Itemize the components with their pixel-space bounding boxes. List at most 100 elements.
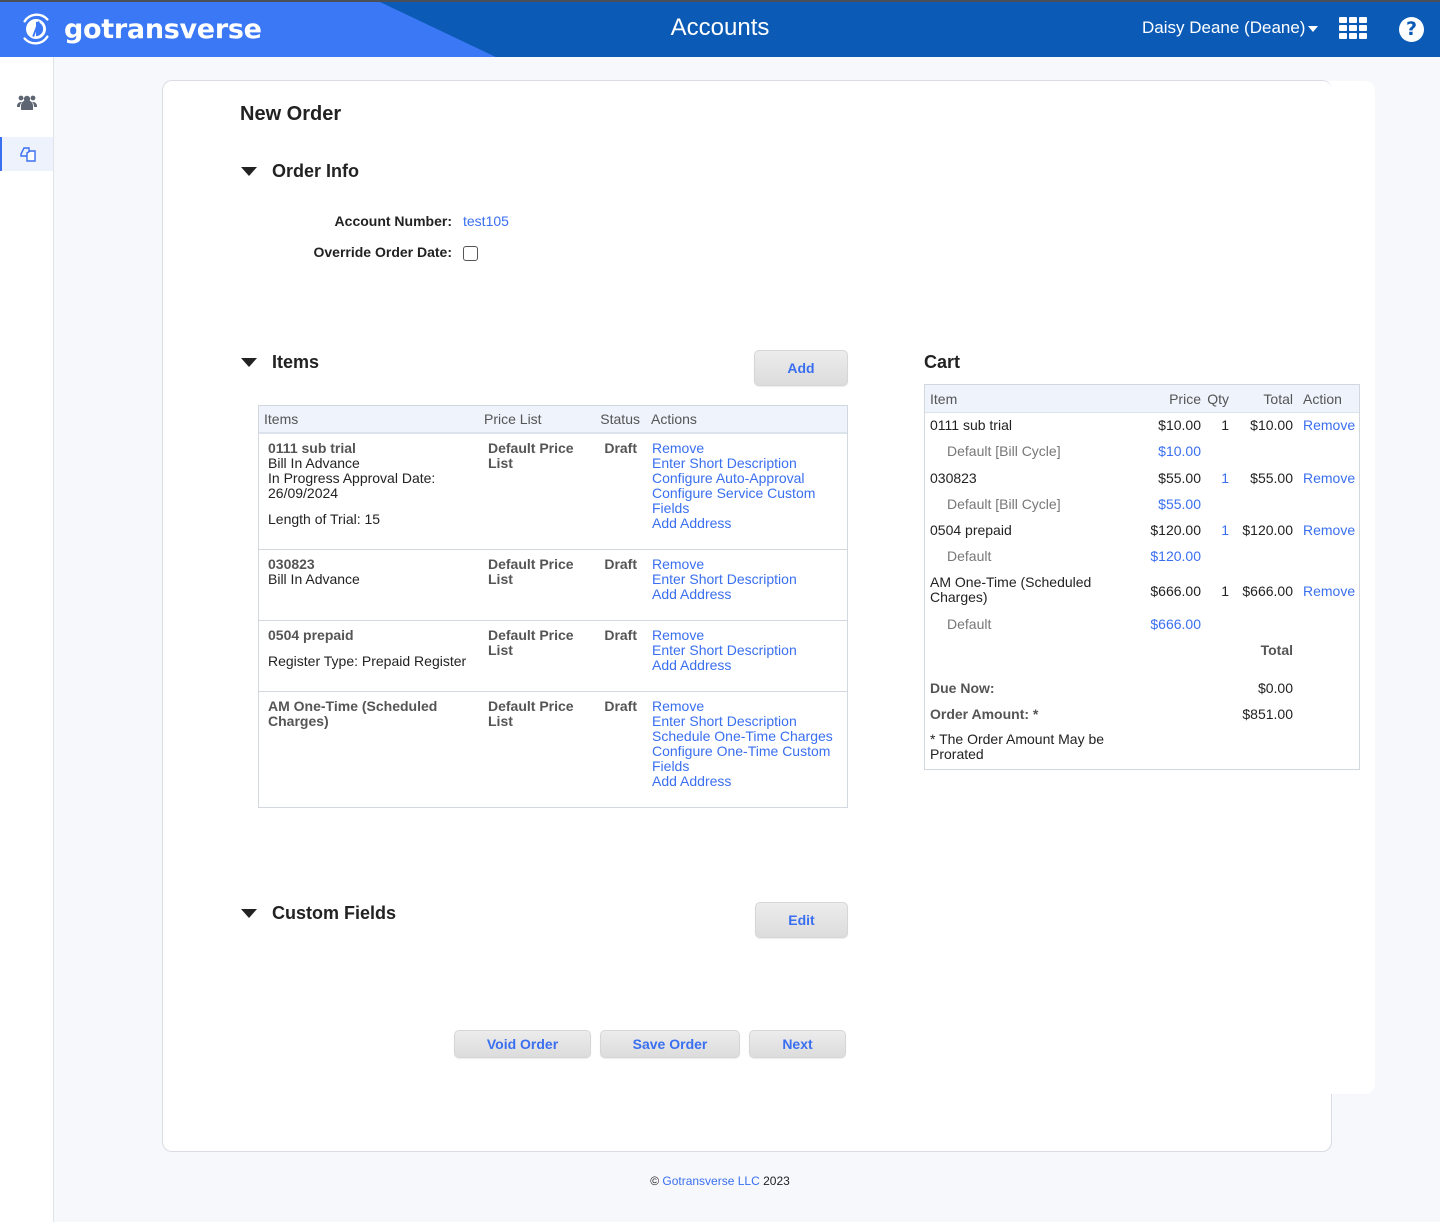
due-now-value: $0.00 <box>1257 680 1293 696</box>
users-icon <box>16 95 37 110</box>
account-number-row: Account Number: test105 <box>241 213 509 229</box>
schedule-one-time-charges-link[interactable]: Schedule One-Time Charges <box>652 729 847 744</box>
cart-col-qty: Qty <box>1207 391 1229 407</box>
cart-total-heading: Total <box>1260 642 1293 658</box>
order-amount-value: $851.00 <box>1242 706 1293 722</box>
remove-link[interactable]: Remove <box>652 699 847 714</box>
table-row: 0504 prepaid Register Type: Prepaid Regi… <box>259 621 847 692</box>
configure-service-custom-fields-link[interactable]: Configure Service Custom Fields <box>652 486 817 516</box>
cart-item-name: AM One-Time (Scheduled Charges) <box>930 574 1092 605</box>
page-title: New Order <box>240 103 342 125</box>
cart-header: Item Price Qty Total Action <box>925 385 1359 413</box>
sidebar-item-accounts[interactable] <box>0 85 53 119</box>
enter-short-description-link[interactable]: Enter Short Description <box>652 572 847 587</box>
cart-sub-label: Default <box>947 548 992 564</box>
brand-logo[interactable]: gotransverse <box>17 10 262 48</box>
cart-item-total: $120.00 <box>1242 522 1293 538</box>
caret-down-icon <box>1308 26 1319 32</box>
cart-remove-link[interactable]: Remove <box>1303 417 1355 433</box>
proration-note: * The Order Amount May be Prorated <box>930 731 1105 762</box>
cart-item-total: $10.00 <box>1250 417 1293 433</box>
remove-link[interactable]: Remove <box>652 441 847 456</box>
cart-sub-price-link[interactable]: $666.00 <box>1150 616 1201 632</box>
col-items: Items <box>264 411 299 427</box>
cart-sub-price-link[interactable]: $120.00 <box>1150 548 1201 564</box>
account-number-link[interactable]: test105 <box>463 213 509 229</box>
add-address-link[interactable]: Add Address <box>652 587 847 602</box>
cart-item-qty-link[interactable]: 1 <box>1221 470 1229 486</box>
item-name: 0504 prepaid <box>268 627 354 643</box>
configure-one-time-custom-fields-link[interactable]: Configure One-Time Custom Fields <box>652 744 832 774</box>
order-info-toggle[interactable]: Order Info <box>241 161 359 182</box>
status: Draft <box>604 440 637 456</box>
items-table-header: Items Price List Status Actions <box>259 406 847 434</box>
sidebar-item-orders[interactable] <box>0 137 53 171</box>
table-row: 0111 sub trial Bill In Advance In Progre… <box>259 434 847 550</box>
copyright-year: 2023 <box>763 1174 790 1188</box>
item-name: AM One-Time (Scheduled Charges) <box>268 698 438 729</box>
configure-auto-approval-link[interactable]: Configure Auto-Approval <box>652 471 847 486</box>
add-address-link[interactable]: Add Address <box>652 774 847 789</box>
cart-remove-link[interactable]: Remove <box>1303 470 1355 486</box>
due-now-label: Due Now: <box>930 680 995 696</box>
cart-sub-price-link[interactable]: $10.00 <box>1158 443 1201 459</box>
item-detail: Bill In Advance <box>268 455 360 471</box>
status: Draft <box>604 627 637 643</box>
account-number-label: Account Number: <box>334 213 452 229</box>
remove-link[interactable]: Remove <box>652 628 847 643</box>
price-list: Default Price List <box>488 556 574 587</box>
user-name: Daisy Deane (Deane) <box>1142 18 1306 37</box>
custom-fields-toggle[interactable]: Custom Fields <box>241 903 396 924</box>
brand-name: gotransverse <box>64 13 262 45</box>
cart-item-qty-link[interactable]: 1 <box>1221 522 1229 538</box>
cart-col-price: Price <box>1169 391 1201 407</box>
cart-col-total: Total <box>1263 391 1293 407</box>
sidebar <box>0 57 54 1222</box>
cart-item-total: $666.00 <box>1242 583 1293 599</box>
item-detail: 26/09/2024 <box>268 485 339 501</box>
add-item-button[interactable]: Add <box>754 350 848 386</box>
table-row: 030823 Bill In Advance Default Price Lis… <box>259 550 847 621</box>
enter-short-description-link[interactable]: Enter Short Description <box>652 456 847 471</box>
override-order-date-checkbox[interactable] <box>463 246 478 261</box>
add-address-link[interactable]: Add Address <box>652 516 847 531</box>
save-order-button[interactable]: Save Order <box>600 1030 740 1058</box>
next-button[interactable]: Next <box>749 1030 846 1058</box>
item-detail: In Progress Approval Date: <box>268 470 436 486</box>
status: Draft <box>604 556 637 572</box>
cart-remove-link[interactable]: Remove <box>1303 583 1355 599</box>
cart-item-price: $666.00 <box>1150 583 1201 599</box>
item-extra: Length of Trial: 15 <box>268 511 381 527</box>
cart-item-price: $120.00 <box>1150 522 1201 538</box>
items-table: Items Price List Status Actions 0111 sub… <box>258 405 848 808</box>
enter-short-description-link[interactable]: Enter Short Description <box>652 714 847 729</box>
cart-sub-label: Default [Bill Cycle] <box>947 496 1061 512</box>
remove-link[interactable]: Remove <box>652 557 847 572</box>
cart-remove-link[interactable]: Remove <box>1303 522 1355 538</box>
apps-grid-icon[interactable] <box>1339 17 1367 39</box>
add-address-link[interactable]: Add Address <box>652 658 847 673</box>
cart-item-name: 0111 sub trial <box>930 417 1012 433</box>
cart-item-price: $55.00 <box>1158 470 1201 486</box>
void-order-button[interactable]: Void Order <box>454 1030 591 1058</box>
app-title: Accounts <box>670 14 770 41</box>
cart-sub-price-link[interactable]: $55.00 <box>1158 496 1201 512</box>
company-link[interactable]: Gotransverse LLC <box>662 1174 759 1188</box>
col-status: Status <box>600 411 640 427</box>
table-row: AM One-Time (Scheduled Charges) Default … <box>259 692 847 807</box>
price-list: Default Price List <box>488 440 574 471</box>
cart-item-total: $55.00 <box>1250 470 1293 486</box>
item-extra: Register Type: Prepaid Register <box>268 653 467 669</box>
order-info-heading: Order Info <box>272 161 360 181</box>
copyright-symbol: © <box>650 1174 660 1188</box>
user-menu[interactable]: Daisy Deane (Deane) <box>1142 18 1319 38</box>
item-detail: Bill In Advance <box>268 571 360 587</box>
collapse-triangle-icon <box>241 358 257 367</box>
card-edge <box>1331 1094 1332 1144</box>
footer: © Gotransverse LLC 2023 <box>0 1174 1440 1188</box>
edit-custom-fields-button[interactable]: Edit <box>755 902 848 938</box>
items-toggle[interactable]: Items <box>241 352 319 373</box>
cart-sub-label: Default <box>947 616 992 632</box>
help-icon[interactable]: ? <box>1399 17 1424 42</box>
enter-short-description-link[interactable]: Enter Short Description <box>652 643 847 658</box>
